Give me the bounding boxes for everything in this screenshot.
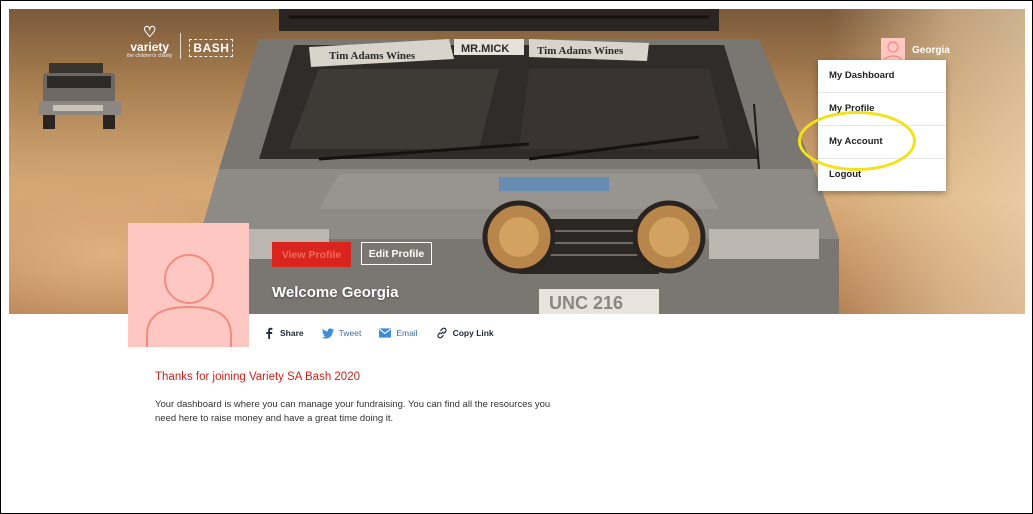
view-profile-button[interactable]: View Profile xyxy=(272,242,351,267)
svg-text:UNC 216: UNC 216 xyxy=(549,293,623,313)
intro-paragraph: Your dashboard is where you can manage y… xyxy=(155,399,551,424)
user-icon xyxy=(883,41,903,62)
page-frame: Tim Adams Wines MR.MICK Tim Adams Wines xyxy=(0,0,1033,514)
thanks-heading: Thanks for joining Variety SA Bash 2020 xyxy=(155,371,360,383)
svg-text:Tim Adams Wines: Tim Adams Wines xyxy=(329,50,416,62)
rally-car-image: Tim Adams Wines MR.MICK Tim Adams Wines xyxy=(199,9,839,314)
avatar xyxy=(881,38,905,62)
copy-link-button[interactable]: Copy Link xyxy=(436,327,494,339)
edit-profile-button[interactable]: Edit Profile xyxy=(361,242,432,265)
brand-logo[interactable]: ♡ variety the children's charity BASH xyxy=(127,24,234,59)
svg-text:Tim Adams Wines: Tim Adams Wines xyxy=(537,45,624,57)
menu-item-my-account[interactable]: My Account xyxy=(818,125,946,158)
distant-car-image xyxy=(39,63,121,129)
svg-text:MR.MICK: MR.MICK xyxy=(461,43,509,55)
share-bar: Share Tweet Email Copy Link xyxy=(263,327,512,339)
variety-logo: ♡ variety the children's charity xyxy=(127,24,173,59)
user-menu-toggle[interactable]: Georgia xyxy=(881,38,950,62)
menu-item-logout[interactable]: Logout xyxy=(818,158,946,191)
facebook-icon xyxy=(263,327,275,339)
user-icon xyxy=(146,254,232,347)
user-name: Georgia xyxy=(912,44,950,56)
link-icon xyxy=(436,327,448,339)
profile-photo xyxy=(128,223,249,347)
bash-logo: BASH xyxy=(189,39,234,57)
share-facebook-button[interactable]: Share xyxy=(263,327,304,339)
menu-item-my-profile[interactable]: My Profile xyxy=(818,92,946,125)
twitter-icon xyxy=(321,327,334,339)
share-twitter-button[interactable]: Tweet xyxy=(321,327,361,339)
welcome-heading: Welcome Georgia xyxy=(272,284,399,301)
menu-item-my-dashboard[interactable]: My Dashboard xyxy=(818,60,946,92)
user-dropdown-menu: My Dashboard My Profile My Account Logou… xyxy=(818,60,946,191)
heart-icon: ♡ xyxy=(142,24,157,41)
share-email-button[interactable]: Email xyxy=(379,327,418,339)
email-icon xyxy=(379,327,392,339)
